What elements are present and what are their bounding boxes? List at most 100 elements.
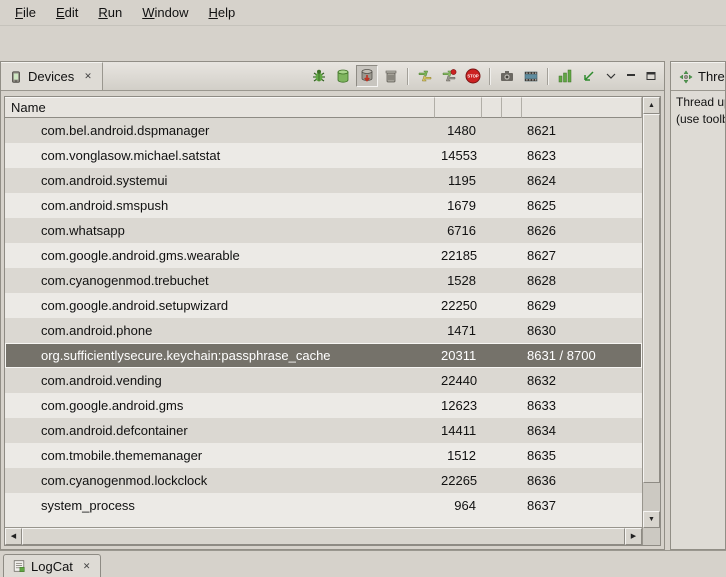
table-row[interactable]: com.tmobile.thememanager1512 8635 [5,443,642,468]
process-port[interactable]: 8630 [522,323,642,338]
process-pid[interactable]: 1528 [435,273,482,288]
process-name[interactable]: com.bel.android.dspmanager [5,123,435,138]
process-name[interactable]: com.cyanogenmod.trebuchet [5,273,435,288]
menu-edit[interactable]: Edit [46,2,88,23]
close-icon[interactable]: ✕ [82,70,94,83]
process-pid[interactable]: 22185 [435,248,482,263]
table-row[interactable]: com.google.android.gms12623 8633 [5,393,642,418]
table-row[interactable]: com.android.phone1471 8630 [5,318,642,343]
process-port[interactable]: 8627 [522,248,642,263]
method-profiling-button[interactable] [438,65,460,87]
table-row[interactable]: com.cyanogenmod.trebuchet1528 8628 [5,268,642,293]
dump-hprof-button[interactable] [356,65,378,87]
tab-logcat[interactable]: LogCat ✕ [3,554,101,577]
process-name[interactable]: com.google.android.gms.wearable [5,248,435,263]
process-port[interactable]: 8625 [522,198,642,213]
process-name[interactable]: com.android.systemui [5,173,435,188]
process-port[interactable]: 8621 [522,123,642,138]
debug-process-button[interactable] [308,65,330,87]
scroll-left-button[interactable]: ◀ [5,528,22,545]
sysinfo-button[interactable] [554,65,576,87]
table-row[interactable]: com.android.smspush1679 8625 [5,193,642,218]
table-row[interactable]: com.google.android.setupwizard22250 8629 [5,293,642,318]
process-pid[interactable]: 1480 [435,123,482,138]
vertical-scrollbar[interactable]: ▲ ▼ [642,97,660,545]
minimize-view-button[interactable] [622,67,640,85]
table-row[interactable]: com.bel.android.dspmanager1480 8621 [5,118,642,143]
process-port[interactable]: 8631 / 8700 [522,348,642,363]
maximize-view-button[interactable] [642,67,660,85]
horizontal-scroll-thumb[interactable] [22,528,625,545]
column-header-port[interactable] [522,97,642,118]
scroll-right-button[interactable]: ▶ [625,528,642,545]
table-row[interactable]: com.android.defcontainer14411 8634 [5,418,642,443]
process-pid[interactable]: 1471 [435,323,482,338]
process-name[interactable]: com.whatsapp [5,223,435,238]
close-icon[interactable]: ✕ [81,560,93,573]
process-name[interactable]: com.tmobile.thememanager [5,448,435,463]
process-name[interactable]: org.sufficientlysecure.keychain:passphra… [5,348,435,363]
table-row[interactable]: com.cyanogenmod.lockclock22265 8636 [5,468,642,493]
process-name[interactable]: com.vonglasow.michael.satstat [5,148,435,163]
scroll-up-button[interactable]: ▲ [643,97,660,114]
column-header-spacer2[interactable] [502,97,522,118]
table-row[interactable]: com.google.android.gms.wearable22185 8627 [5,243,642,268]
opengl-trace-button[interactable] [578,65,600,87]
process-pid[interactable]: 1195 [435,173,482,188]
process-port[interactable]: 8637 [522,498,642,513]
process-name[interactable]: system_process [5,498,435,513]
process-name[interactable]: com.cyanogenmod.lockclock [5,473,435,488]
cause-gc-button[interactable] [380,65,402,87]
process-name[interactable]: com.google.android.setupwizard [5,298,435,313]
process-pid[interactable]: 964 [435,498,482,513]
process-name[interactable]: com.android.smspush [5,198,435,213]
process-pid[interactable]: 22250 [435,298,482,313]
menu-run[interactable]: Run [88,2,132,23]
table-row[interactable]: com.vonglasow.michael.satstat14553 8623 [5,143,642,168]
vertical-scroll-track[interactable] [643,114,660,511]
table-row[interactable]: com.whatsapp6716 8626 [5,218,642,243]
table-row[interactable]: com.android.systemui1195 8624 [5,168,642,193]
menu-window[interactable]: Window [132,2,198,23]
column-header-spacer1[interactable] [482,97,502,118]
update-threads-button[interactable] [414,65,436,87]
column-header-pid[interactable] [435,97,482,118]
update-heap-button[interactable] [332,65,354,87]
scroll-down-button[interactable]: ▼ [643,511,660,528]
stop-process-button[interactable]: STOP [462,65,484,87]
process-pid[interactable]: 22440 [435,373,482,388]
column-header-name[interactable]: Name [5,97,435,118]
process-pid[interactable]: 1512 [435,448,482,463]
process-port[interactable]: 8635 [522,448,642,463]
process-port[interactable]: 8629 [522,298,642,313]
process-port[interactable]: 8624 [522,173,642,188]
process-pid[interactable]: 6716 [435,223,482,238]
tab-threads[interactable]: Threads [671,62,725,90]
vertical-scroll-thumb[interactable] [643,114,660,483]
process-port[interactable]: 8626 [522,223,642,238]
process-port[interactable]: 8632 [522,373,642,388]
process-port[interactable]: 8636 [522,473,642,488]
menu-file[interactable]: File [5,2,46,23]
process-pid[interactable]: 1679 [435,198,482,213]
process-name[interactable]: com.google.android.gms [5,398,435,413]
table-row[interactable]: org.sufficientlysecure.keychain:passphra… [5,343,642,368]
menu-help[interactable]: Help [198,2,245,23]
process-pid[interactable]: 20311 [435,348,482,363]
process-name[interactable]: com.android.defcontainer [5,423,435,438]
table-row[interactable]: system_process964 8637 [5,493,642,518]
tab-devices[interactable]: Devices ✕ [1,62,103,90]
process-pid[interactable]: 14411 [435,423,482,438]
horizontal-scrollbar[interactable]: ◀ ▶ [5,527,642,545]
process-pid[interactable]: 22265 [435,473,482,488]
process-pid[interactable]: 14553 [435,148,482,163]
process-port[interactable]: 8634 [522,423,642,438]
process-pid[interactable]: 12623 [435,398,482,413]
process-port[interactable]: 8628 [522,273,642,288]
process-name[interactable]: com.android.vending [5,373,435,388]
process-port[interactable]: 8623 [522,148,642,163]
screen-record-button[interactable] [520,65,542,87]
process-port[interactable]: 8633 [522,398,642,413]
process-name[interactable]: com.android.phone [5,323,435,338]
view-menu-button[interactable] [602,67,620,85]
